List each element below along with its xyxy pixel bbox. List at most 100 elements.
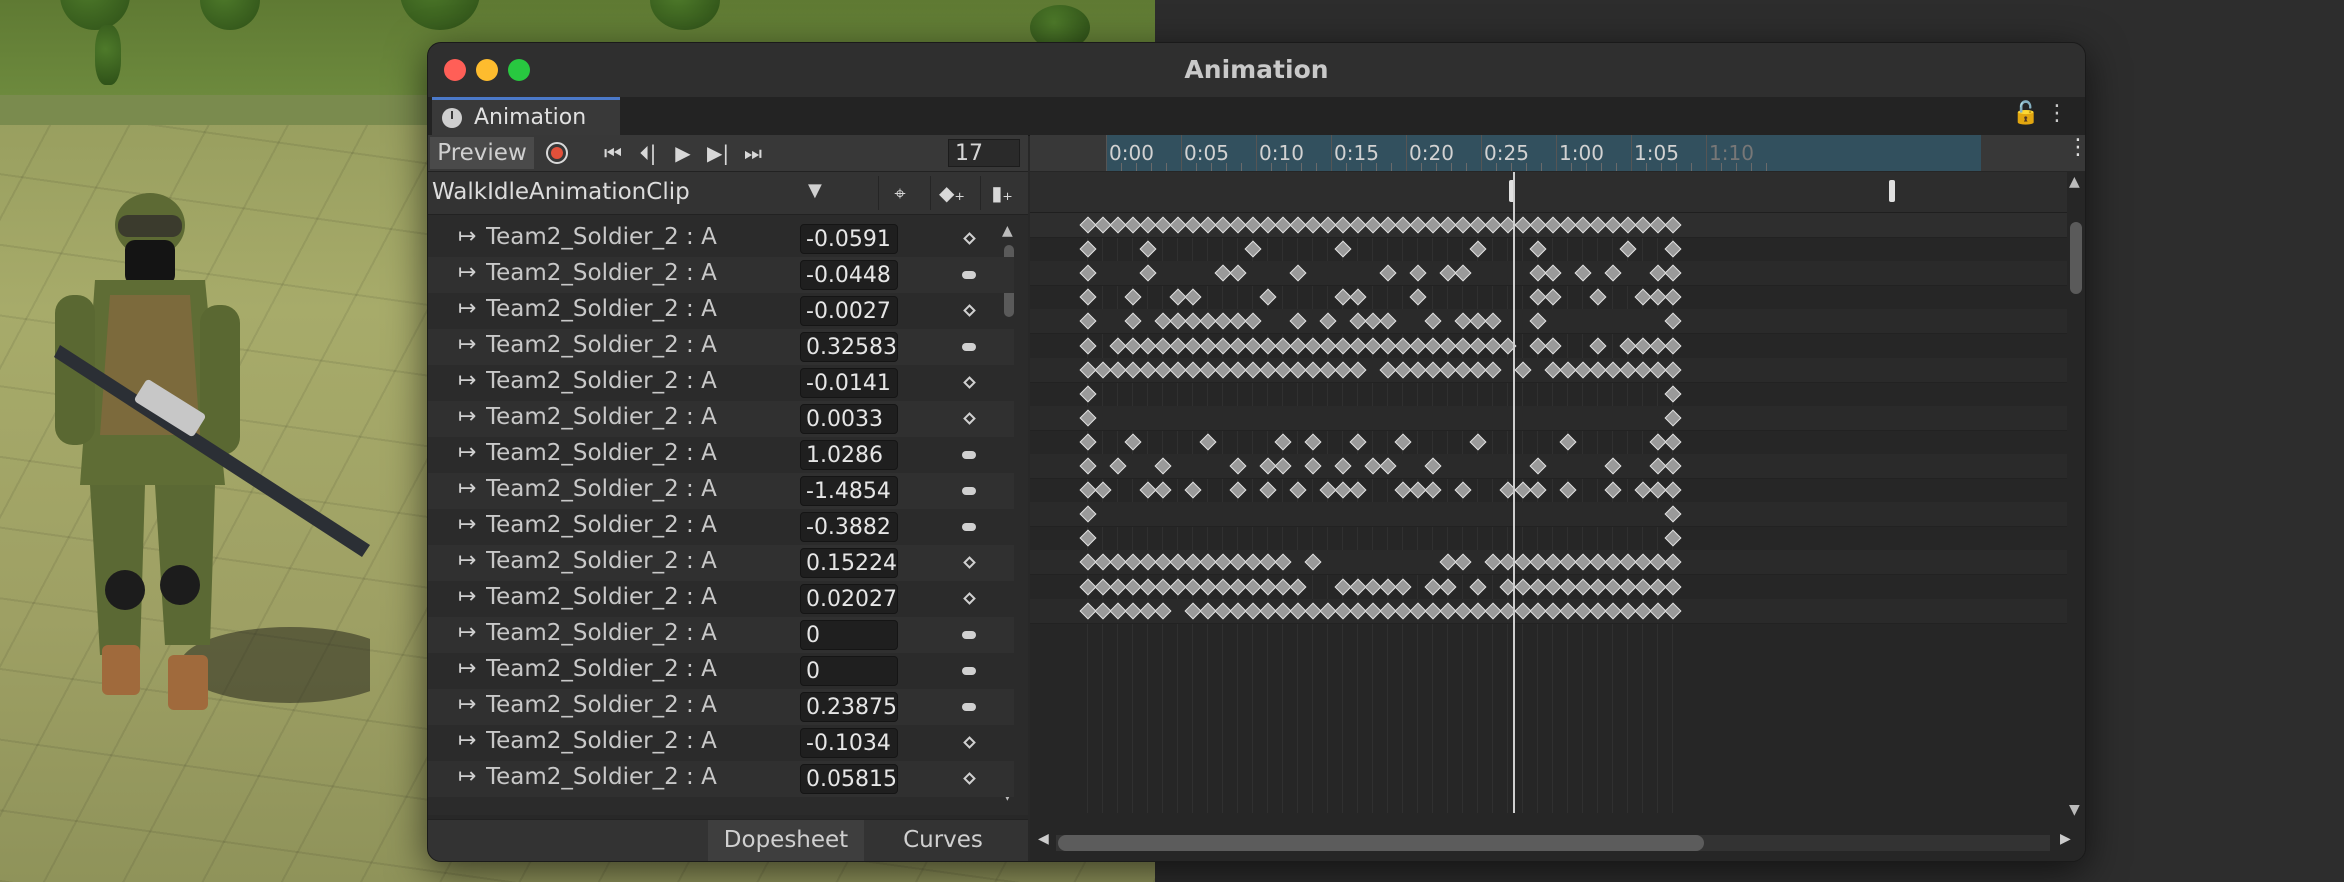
keyframe[interactable]: [1244, 312, 1262, 330]
keyframe[interactable]: [1154, 602, 1172, 620]
keyframe[interactable]: [1079, 288, 1097, 306]
property-row[interactable]: ↦ Team2_Soldier_2 : Animator 0.15224: [428, 545, 1014, 581]
playhead[interactable]: [1513, 172, 1515, 813]
keyframe[interactable]: [1244, 240, 1262, 258]
keyframe-diamond-icon[interactable]: [963, 592, 976, 605]
keyframe[interactable]: [1604, 481, 1622, 499]
keyframe-diamond-icon[interactable]: [963, 304, 976, 317]
tab-dopesheet[interactable]: Dopesheet: [708, 820, 864, 861]
keyframe[interactable]: [1274, 553, 1292, 571]
keyframe[interactable]: [1094, 481, 1112, 499]
keyframe[interactable]: [1259, 481, 1277, 499]
keyframe-row[interactable]: [1030, 550, 2067, 576]
keyframe[interactable]: [1604, 264, 1622, 282]
keyframe-row[interactable]: [1030, 405, 2067, 431]
keyframe[interactable]: [1079, 529, 1097, 547]
keyframe[interactable]: [1454, 264, 1472, 282]
property-row[interactable]: ↦ Team2_Soldier_2 : Animator -0.0027: [428, 293, 1014, 329]
keyframe[interactable]: [1664, 553, 1682, 571]
property-row[interactable]: ↦ Team2_Soldier_2 : Animator -0.0448: [428, 257, 1014, 293]
keyframe[interactable]: [1289, 312, 1307, 330]
keyframe[interactable]: [1544, 337, 1562, 354]
keyframe[interactable]: [1079, 433, 1097, 451]
keyframe[interactable]: [1289, 481, 1307, 499]
keyframe[interactable]: [1124, 433, 1142, 451]
keyframe[interactable]: [1664, 216, 1682, 234]
keyframe-row[interactable]: [1030, 502, 2067, 528]
keyframe[interactable]: [1559, 433, 1577, 451]
keyframe-oval-icon[interactable]: [962, 271, 976, 279]
property-row[interactable]: ↦ Team2_Soldier_2 : Animator 0.02027: [428, 581, 1014, 617]
keyframe[interactable]: [1484, 312, 1502, 330]
keyframe[interactable]: [1334, 457, 1352, 475]
scrollbar-thumb[interactable]: [2070, 222, 2082, 294]
keyframe[interactable]: [1604, 457, 1622, 475]
keyframe-row[interactable]: [1030, 598, 2067, 624]
keyframe-oval-icon[interactable]: [962, 523, 976, 531]
animation-event-marker[interactable]: [1889, 180, 1895, 202]
lock-icon[interactable]: 🔓: [2012, 101, 2039, 126]
keyframe[interactable]: [1079, 264, 1097, 282]
chevron-down-icon[interactable]: ▼: [808, 180, 822, 201]
keyframe[interactable]: [1544, 264, 1562, 282]
property-value-field[interactable]: 0.15224: [800, 548, 898, 578]
keyframe[interactable]: [1664, 264, 1682, 282]
last-key-icon[interactable]: ⏭: [736, 137, 770, 169]
property-row[interactable]: ↦ Team2_Soldier_2 : Animator 0.0033: [428, 401, 1014, 437]
keyframe[interactable]: [1664, 288, 1682, 306]
keyframe[interactable]: [1424, 481, 1442, 499]
clip-dropdown[interactable]: WalkIdleAnimationClip: [432, 176, 690, 208]
keyframe-oval-icon[interactable]: [962, 343, 976, 351]
keyframe[interactable]: [1529, 481, 1547, 499]
keyframe[interactable]: [1379, 264, 1397, 282]
timeline-menu-icon[interactable]: ⋮: [2067, 135, 2085, 171]
keyframe[interactable]: [1229, 457, 1247, 475]
scroll-left-icon[interactable]: ◀: [1038, 831, 1049, 847]
property-value-field[interactable]: -0.0027: [800, 296, 898, 326]
keyframe[interactable]: [1139, 264, 1157, 282]
keyframe[interactable]: [1154, 481, 1172, 499]
keyframe[interactable]: [1529, 240, 1547, 258]
keyframe[interactable]: [1454, 553, 1472, 571]
property-value-field[interactable]: -0.0141: [800, 368, 898, 398]
keyframe[interactable]: [1424, 457, 1442, 475]
keyframe-row[interactable]: [1030, 261, 2067, 287]
keyframe[interactable]: [1289, 578, 1307, 595]
keyframe-row[interactable]: [1030, 430, 2067, 455]
property-row[interactable]: ↦ Team2_Soldier_2 : Animator -0.0591: [428, 221, 1014, 257]
keyframe-row[interactable]: [1030, 334, 2067, 359]
property-value-field[interactable]: -1.4854: [800, 476, 898, 506]
filter-by-selection-icon[interactable]: ⌖: [878, 176, 921, 210]
keyframe[interactable]: [1544, 288, 1562, 306]
property-value-field[interactable]: 0: [800, 620, 898, 650]
keyframe[interactable]: [1619, 240, 1637, 258]
keyframe-row[interactable]: [1030, 382, 2067, 407]
keyframe-tracks[interactable]: [1030, 213, 2067, 813]
keyframe-row[interactable]: [1030, 357, 2067, 383]
keyframe-oval-icon[interactable]: [962, 703, 976, 711]
keyframe-diamond-icon[interactable]: [963, 556, 976, 569]
event-track[interactable]: [1030, 172, 2067, 213]
keyframe[interactable]: [1079, 505, 1097, 523]
keyframe[interactable]: [1184, 288, 1202, 306]
property-row[interactable]: ↦ Team2_Soldier_2 : Animator 0.32583: [428, 329, 1014, 365]
scroll-right-icon[interactable]: ▶: [2060, 831, 2071, 847]
keyframe[interactable]: [1664, 433, 1682, 451]
keyframe[interactable]: [1664, 602, 1682, 620]
property-value-field[interactable]: 0.02027: [800, 584, 898, 614]
keyframe[interactable]: [1394, 578, 1412, 595]
keyframe[interactable]: [1379, 457, 1397, 475]
summary-keyframe-row[interactable]: [1030, 213, 2067, 239]
keyframe[interactable]: [1184, 481, 1202, 499]
keyframe[interactable]: [1589, 288, 1607, 306]
keyframe[interactable]: [1139, 240, 1157, 258]
tab-animation[interactable]: Animation: [432, 97, 620, 135]
keyframe[interactable]: [1124, 312, 1142, 330]
keyframe[interactable]: [1664, 385, 1682, 403]
first-key-icon[interactable]: ⏮: [596, 137, 630, 169]
property-value-field[interactable]: 0.32583: [800, 332, 898, 362]
time-ruler[interactable]: 0:00 0:05 0:10 0:15 0:20 0:25 1:00 1:05 1:10: [1030, 135, 2067, 171]
keyframe[interactable]: [1349, 433, 1367, 451]
property-value-field[interactable]: -0.3882: [800, 512, 898, 542]
keyframe[interactable]: [1274, 457, 1292, 475]
